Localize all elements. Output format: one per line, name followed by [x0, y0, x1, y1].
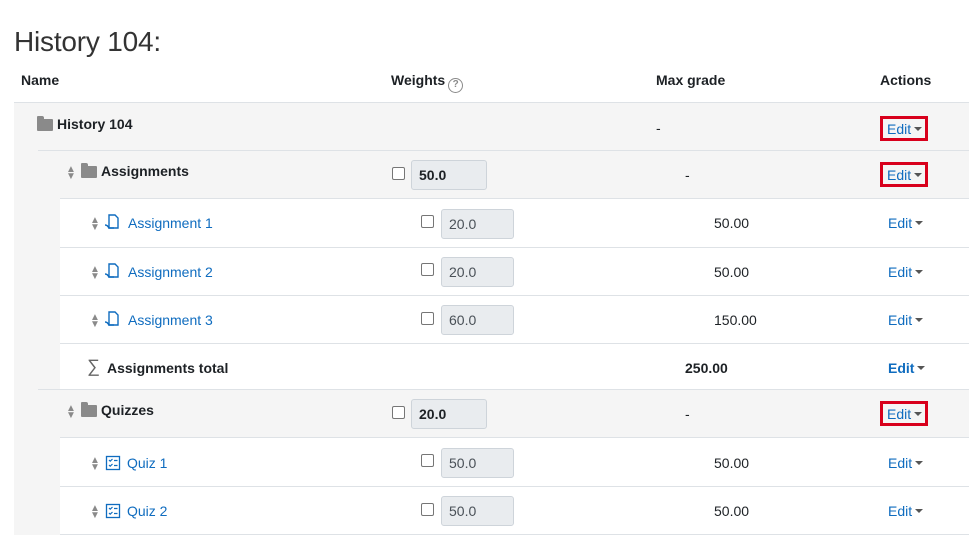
course-name: History 104	[57, 116, 133, 132]
item-max-grade: 50.00	[714, 503, 750, 519]
folder-icon	[81, 163, 97, 178]
weight-override-checkbox[interactable]	[392, 167, 405, 180]
edit-label: Edit	[888, 360, 915, 376]
row-divider	[60, 437, 969, 438]
edit-label: Edit	[888, 312, 913, 328]
caret-down-icon	[915, 509, 924, 513]
item-max-grade: 150.00	[714, 312, 757, 328]
folder-icon	[37, 116, 53, 131]
column-header-name: Name	[21, 72, 60, 88]
item-link-assignment-3[interactable]: Assignment 3	[128, 312, 213, 328]
edit-label: Edit	[887, 406, 912, 422]
move-icon[interactable]: ▲ ▼	[89, 265, 101, 282]
category-max-grade-assignments: -	[685, 167, 690, 183]
weight-override-checkbox[interactable]	[421, 454, 434, 467]
weight-input-assignments[interactable]: 50.0	[411, 160, 487, 190]
category-band-assignments	[38, 151, 60, 389]
row-divider	[60, 247, 969, 248]
item-link-quiz-2[interactable]: Quiz 2	[127, 503, 167, 519]
weight-input-assignment-1[interactable]: 20.0	[441, 209, 514, 239]
caret-down-icon	[917, 366, 926, 370]
column-header-weights: Weights?	[391, 72, 464, 93]
item-max-grade: 50.00	[714, 264, 750, 280]
category-band-course-row	[38, 103, 969, 151]
edit-label: Edit	[888, 455, 913, 471]
edit-label: Edit	[887, 121, 912, 137]
course-max-grade: -	[656, 120, 661, 136]
item-edit-menu[interactable]: Edit	[888, 312, 924, 328]
assignment-icon	[104, 311, 119, 326]
item-edit-menu[interactable]: Edit	[888, 264, 924, 280]
item-edit-menu[interactable]: Edit	[888, 503, 924, 519]
move-icon[interactable]: ▲ ▼	[89, 504, 101, 521]
sigma-icon: ∑	[87, 356, 100, 376]
item-link-assignment-2[interactable]: Assignment 2	[128, 264, 213, 280]
move-icon[interactable]: ▲ ▼	[65, 165, 77, 182]
weight-input-quizzes[interactable]: 20.0	[411, 399, 487, 429]
total-edit-menu[interactable]: Edit	[888, 360, 926, 376]
item-link-quiz-1[interactable]: Quiz 1	[127, 455, 167, 471]
category-band-quizzes-row	[60, 389, 969, 437]
weight-override-checkbox[interactable]	[421, 503, 434, 516]
edit-label: Edit	[888, 215, 913, 231]
item-link-assignment-1[interactable]: Assignment 1	[128, 215, 213, 231]
caret-down-icon	[915, 221, 924, 225]
weight-override-checkbox[interactable]	[421, 312, 434, 325]
caret-down-icon	[915, 270, 924, 274]
column-header-actions: Actions	[880, 72, 932, 88]
assignment-icon	[104, 214, 119, 229]
weight-input-assignment-3[interactable]: 60.0	[441, 305, 514, 335]
column-header-weights-label: Weights	[391, 72, 446, 88]
category-band-quizzes	[38, 389, 60, 535]
category-name-assignments: Assignments	[101, 163, 189, 179]
edit-label: Edit	[888, 264, 913, 280]
category-total-label: Assignments total	[107, 360, 229, 376]
move-icon[interactable]: ▲ ▼	[89, 456, 101, 473]
caret-down-icon	[915, 318, 924, 322]
edit-label: Edit	[887, 167, 912, 183]
category-band-course	[14, 103, 38, 535]
caret-down-icon	[914, 173, 923, 177]
item-edit-menu[interactable]: Edit	[888, 455, 924, 471]
caret-down-icon	[914, 412, 923, 416]
weight-input-assignment-2[interactable]: 20.0	[441, 257, 514, 287]
column-header-max-grade: Max grade	[656, 72, 726, 88]
course-edit-menu[interactable]: Edit	[880, 116, 929, 141]
weight-override-checkbox[interactable]	[421, 215, 434, 228]
row-divider	[60, 486, 969, 487]
move-icon[interactable]: ▲ ▼	[89, 313, 101, 330]
help-icon[interactable]: ?	[448, 78, 464, 93]
item-max-grade: 50.00	[714, 215, 750, 231]
category-max-grade-quizzes: -	[685, 406, 690, 422]
assignment-icon	[104, 263, 119, 278]
edit-label: Edit	[888, 503, 913, 519]
folder-icon	[81, 402, 97, 417]
weight-input-quiz-2[interactable]: 50.0	[441, 496, 514, 526]
page-title: History 104:	[14, 26, 161, 57]
row-divider	[60, 343, 969, 344]
category-name-quizzes: Quizzes	[101, 402, 154, 418]
item-max-grade: 50.00	[714, 455, 750, 471]
row-divider	[38, 150, 969, 151]
quiz-icon	[105, 503, 121, 519]
weight-input-quiz-1[interactable]: 50.0	[441, 448, 514, 478]
category-band-assignments-row	[60, 151, 969, 198]
weight-override-checkbox[interactable]	[421, 263, 434, 276]
row-divider	[38, 389, 969, 390]
item-edit-menu[interactable]: Edit	[888, 215, 924, 231]
caret-down-icon	[914, 127, 923, 131]
quiz-icon	[105, 455, 121, 471]
move-icon[interactable]: ▲ ▼	[65, 404, 77, 421]
move-icon[interactable]: ▲ ▼	[89, 216, 101, 233]
caret-down-icon	[915, 461, 924, 465]
category-total-max-grade: 250.00	[685, 360, 728, 376]
assignments-edit-menu[interactable]: Edit	[880, 162, 929, 187]
row-divider	[60, 295, 969, 296]
row-divider	[60, 198, 969, 199]
quizzes-edit-menu[interactable]: Edit	[880, 401, 929, 426]
weight-override-checkbox[interactable]	[392, 406, 405, 419]
